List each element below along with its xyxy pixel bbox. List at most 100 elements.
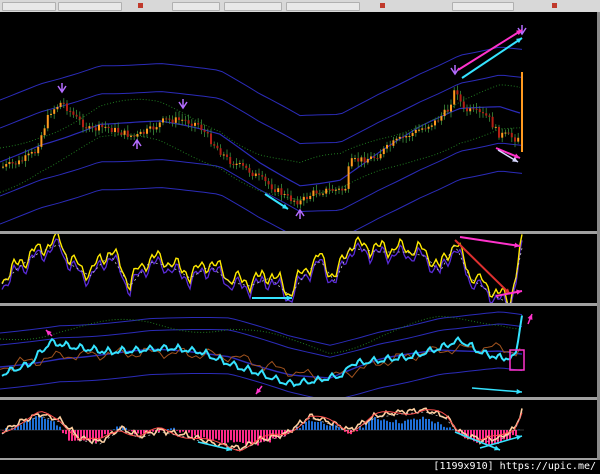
candle	[264, 176, 267, 182]
candle	[261, 175, 264, 177]
candle	[510, 132, 513, 138]
candle	[56, 106, 59, 110]
histogram-bar	[245, 430, 247, 445]
candle	[98, 124, 100, 131]
candle	[344, 188, 347, 191]
histogram-bar	[254, 430, 256, 442]
histogram-bar	[176, 430, 178, 431]
histogram-bar	[101, 430, 103, 438]
candle	[24, 155, 27, 161]
candle	[453, 90, 456, 105]
histogram-bar	[65, 430, 67, 435]
tab-favicon-icon	[138, 3, 143, 8]
histogram-bar	[227, 430, 229, 443]
candle	[248, 167, 251, 173]
histogram-bar	[392, 422, 394, 430]
candle	[482, 112, 484, 114]
tab[interactable]	[2, 2, 56, 11]
histogram-bar	[203, 430, 205, 438]
histogram-bar	[218, 430, 220, 441]
histogram-bar	[386, 420, 388, 430]
candle	[293, 200, 296, 202]
candle	[405, 136, 408, 138]
candle	[430, 125, 433, 127]
candle	[290, 195, 292, 202]
candle	[14, 163, 17, 165]
tab[interactable]	[172, 2, 220, 11]
tab[interactable]	[224, 2, 282, 11]
candle	[110, 127, 113, 133]
candle	[514, 137, 516, 142]
histogram-bar	[515, 430, 517, 436]
candle	[379, 154, 382, 159]
histogram-bar	[389, 422, 391, 430]
histogram-bar	[32, 418, 34, 430]
tab[interactable]	[452, 2, 514, 11]
candle	[245, 165, 248, 168]
candle	[283, 194, 286, 196]
candle	[190, 123, 193, 126]
indicator-panel	[0, 306, 600, 402]
histogram-bar	[71, 430, 73, 441]
candle	[296, 200, 299, 205]
histogram-bar	[518, 429, 520, 431]
histogram-bar	[371, 418, 373, 430]
candle	[91, 126, 94, 128]
candle	[232, 163, 235, 166]
histogram-bar	[170, 428, 172, 430]
histogram-bar	[356, 430, 358, 432]
candle	[456, 90, 459, 95]
candle	[165, 118, 168, 120]
candle	[178, 117, 180, 120]
candle	[254, 173, 257, 177]
candle	[370, 156, 372, 159]
candle	[181, 119, 184, 121]
candle	[40, 135, 43, 147]
candle	[392, 140, 395, 146]
candle	[478, 109, 481, 113]
candle	[158, 122, 161, 128]
candle	[267, 181, 270, 185]
tab-favicon-icon	[552, 3, 557, 8]
histogram-bar	[200, 430, 202, 439]
candle	[171, 119, 174, 123]
histogram-bar	[110, 430, 112, 431]
histogram-bar	[383, 419, 385, 430]
tab[interactable]	[58, 2, 122, 11]
histogram-bar	[47, 419, 49, 430]
candle	[443, 109, 446, 117]
candle	[366, 158, 369, 163]
candle	[376, 158, 379, 160]
candle	[498, 126, 500, 138]
candle	[258, 173, 260, 176]
candle	[5, 164, 8, 167]
histogram-bar	[434, 423, 436, 430]
candle	[466, 107, 468, 112]
candle	[104, 126, 107, 128]
candle	[488, 115, 491, 117]
histogram-bar	[35, 416, 37, 430]
histogram-bar	[299, 428, 301, 430]
price-panel-background	[0, 12, 600, 230]
candle	[414, 129, 417, 133]
histogram-bar	[233, 430, 235, 443]
image-credit: [1199x910] https://upic.me/	[433, 460, 596, 473]
candle	[418, 129, 420, 131]
candle	[494, 126, 497, 128]
image-source[interactable]: https://upic.me/	[500, 461, 596, 472]
candle	[66, 103, 68, 111]
candle	[299, 200, 302, 205]
histogram-bar	[188, 430, 190, 433]
histogram-bar	[131, 430, 133, 432]
candle	[85, 127, 88, 129]
histogram-bar	[503, 430, 505, 440]
candle	[43, 128, 46, 136]
candle	[347, 166, 350, 189]
tab[interactable]	[286, 2, 360, 11]
candle	[78, 116, 81, 120]
histogram-bar	[113, 429, 115, 430]
panel-separator	[0, 231, 600, 234]
histogram-bar	[446, 427, 448, 430]
candle	[107, 126, 110, 128]
histogram-bar	[368, 421, 370, 430]
